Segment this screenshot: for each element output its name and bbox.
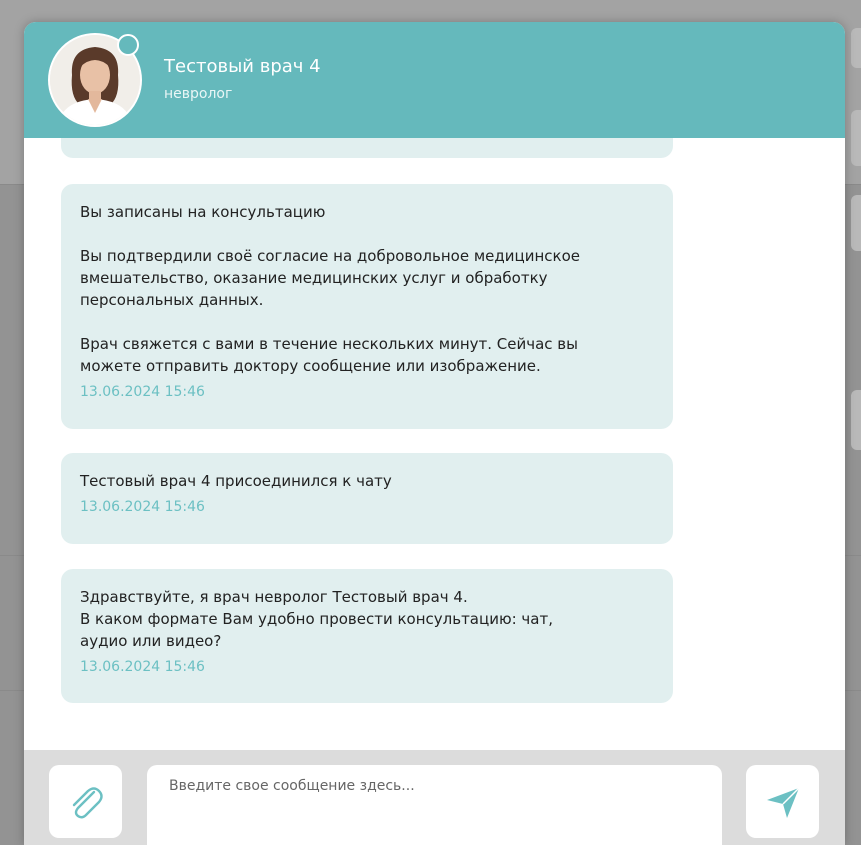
doctor-name: Тестовый врач 4 <box>164 56 321 77</box>
chat-header: Тестовый врач 4 невролог <box>24 22 845 138</box>
message-bubble: Вы записаны на консультацию Вы подтверди… <box>61 184 673 429</box>
message-line: Здравствуйте, я врач невролог Тестовый в… <box>80 588 468 606</box>
backdrop-card <box>851 390 861 450</box>
message-timestamp: 13.06.2024 15:46 <box>80 659 205 675</box>
paperclip-icon <box>72 786 103 818</box>
message-list[interactable]: Вы записаны на консультацию Вы подтверди… <box>24 138 845 750</box>
message-line: Вы подтвердили своё согласие на добровол… <box>80 247 580 265</box>
message-line: вмешательство, оказание медицинских услу… <box>80 269 548 287</box>
online-status-icon <box>117 34 139 56</box>
message-line: Вы записаны на консультацию <box>80 203 326 221</box>
chat-modal: Тестовый врач 4 невролог Вы записаны на … <box>24 22 845 845</box>
send-icon <box>766 786 800 818</box>
message-bubble: Здравствуйте, я врач невролог Тестовый в… <box>61 569 673 703</box>
message-bubble <box>61 138 673 158</box>
attach-button[interactable] <box>49 765 122 838</box>
composer-bar <box>24 750 845 845</box>
message-line: Врач свяжется с вами в течение нескольки… <box>80 335 578 353</box>
backdrop-card <box>851 28 861 68</box>
doctor-specialty: невролог <box>164 86 233 102</box>
message-bubble: Тестовый врач 4 присоединился к чату 13.… <box>61 453 673 544</box>
message-line: В каком формате Вам удобно провести конс… <box>80 610 553 628</box>
backdrop-card <box>851 195 861 251</box>
backdrop-card <box>851 110 861 166</box>
send-button[interactable] <box>746 765 819 838</box>
message-line: персональных данных. <box>80 291 264 309</box>
message-line: можете отправить доктору сообщение или и… <box>80 357 541 375</box>
message-timestamp: 13.06.2024 15:46 <box>80 384 205 400</box>
message-input[interactable] <box>147 765 722 845</box>
message-timestamp: 13.06.2024 15:46 <box>80 499 205 515</box>
message-line: Тестовый врач 4 присоединился к чату <box>80 472 392 490</box>
message-line: аудио или видео? <box>80 632 222 650</box>
